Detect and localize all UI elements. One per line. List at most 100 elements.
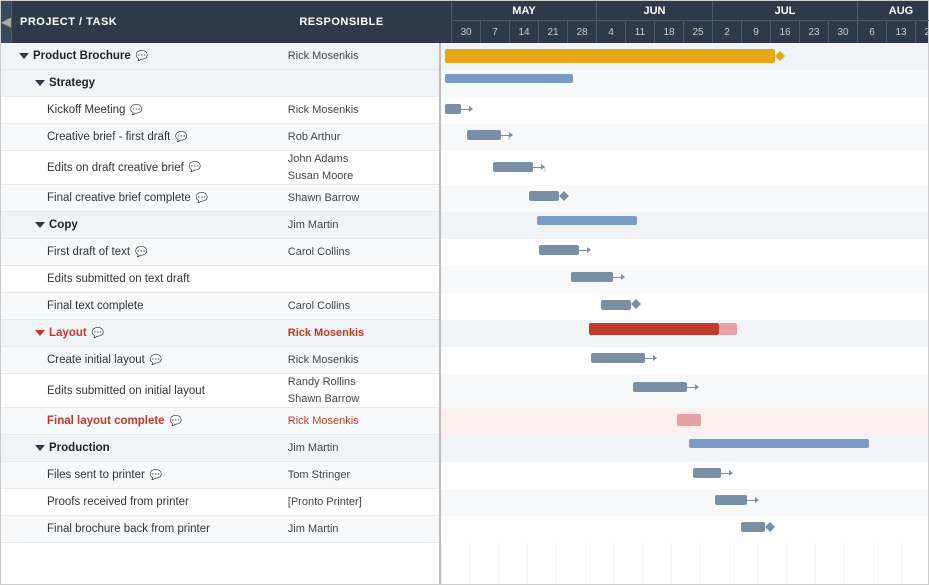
task-name-cell-1: Strategy	[1, 77, 280, 89]
responsible-9: Carol Collins	[280, 299, 439, 313]
comment-icon-10[interactable]: 💬	[92, 328, 104, 339]
task-name-17: Final brochure back from printer	[47, 523, 210, 535]
task-name-0: Product Brochure	[33, 50, 131, 62]
task-row-edits-draft: Edits on draft creative brief 💬 John Ada…	[1, 151, 439, 185]
task-row-kickoff: Kickoff Meeting 💬 Rick Mosenkis	[1, 97, 439, 124]
expand-strategy[interactable]	[35, 80, 45, 86]
responsible-10: Rick Mosenkis	[280, 326, 439, 340]
task-name-2: Kickoff Meeting	[47, 104, 125, 116]
task-name-cell-10: Layout 💬	[1, 327, 280, 339]
day-2: 2	[713, 21, 742, 43]
gantt-header: ◀ PROJECT / TASK RESPONSIBLE MAY JUN JUL…	[1, 1, 928, 43]
task-row-strategy: Strategy	[1, 70, 439, 97]
task-name-12: Edits submitted on initial layout	[47, 385, 205, 397]
task-name-16: Proofs received from printer	[47, 496, 189, 508]
comment-icon-3[interactable]: 💬	[175, 132, 187, 143]
task-name-cell-9: Final text complete	[1, 300, 280, 312]
day-23: 23	[800, 21, 829, 43]
responsible-16: [Pronto Printer]	[280, 495, 439, 509]
task-row-edits-layout: Edits submitted on initial layout Randy …	[1, 374, 439, 408]
comment-icon-7[interactable]: 💬	[135, 247, 147, 258]
task-name-cell-17: Final brochure back from printer	[1, 523, 280, 535]
expand-copy[interactable]	[35, 222, 45, 228]
day-7: 7	[481, 21, 510, 43]
day-25: 25	[684, 21, 713, 43]
task-row-final-text: Final text complete Carol Collins	[1, 293, 439, 320]
comment-icon-11[interactable]: 💬	[150, 355, 162, 366]
task-name-11: Create initial layout	[47, 354, 145, 366]
task-name-cell-8: Edits submitted on text draft	[1, 273, 280, 285]
expand-layout[interactable]	[35, 330, 45, 336]
task-name-1: Strategy	[49, 77, 95, 89]
day-18: 18	[655, 21, 684, 43]
gantt-container: ◀ PROJECT / TASK RESPONSIBLE MAY JUN JUL…	[0, 0, 929, 585]
nav-left-arrow[interactable]: ◀	[1, 1, 12, 43]
gantt-chart	[441, 43, 928, 584]
responsible-2: Rick Mosenkis	[280, 103, 439, 117]
task-name-cell-4: Edits on draft creative brief 💬	[1, 151, 280, 185]
month-aug: AUG	[858, 1, 929, 20]
day-9: 9	[742, 21, 771, 43]
comment-icon-2[interactable]: 💬	[130, 105, 142, 116]
task-name-8: Edits submitted on text draft	[47, 273, 190, 285]
month-jun: JUN	[597, 1, 713, 20]
task-name-7: First draft of text	[47, 246, 130, 258]
header-responsible-label: RESPONSIBLE	[291, 16, 451, 28]
gantt-body: Product Brochure 💬 Rick Mosenkis Strateg…	[1, 43, 928, 584]
task-name-5: Final creative brief complete	[47, 192, 191, 204]
responsible-11: Rick Mosenkis	[280, 353, 439, 367]
task-name-cell-2: Kickoff Meeting 💬	[1, 104, 280, 116]
task-name-cell-5: Final creative brief complete 💬	[1, 192, 280, 204]
responsible-13: Rick Mosenkis	[280, 414, 439, 428]
task-name-cell-14: Production	[1, 442, 280, 454]
responsible-6: Jim Martin	[280, 218, 439, 232]
responsible-5: Shawn Barrow	[280, 191, 439, 205]
task-row-files-printer: Files sent to printer 💬 Tom Stringer	[1, 462, 439, 489]
task-row-creative-brief: Creative brief - first draft 💬 Rob Arthu…	[1, 124, 439, 151]
comment-icon-0[interactable]: 💬	[136, 51, 148, 62]
day-28: 28	[568, 21, 597, 43]
day-30: 30	[452, 21, 481, 43]
task-name-14: Production	[49, 442, 110, 454]
day-21: 21	[539, 21, 568, 43]
task-row-product-brochure: Product Brochure 💬 Rick Mosenkis	[1, 43, 439, 70]
task-name-6: Copy	[49, 219, 78, 231]
task-name-cell-12: Edits submitted on initial layout	[1, 374, 280, 408]
task-row-copy: Copy Jim Martin	[1, 212, 439, 239]
header-project-label: PROJECT / TASK	[12, 16, 291, 28]
task-name-cell-16: Proofs received from printer	[1, 496, 280, 508]
responsible-3: Rob Arthur	[280, 130, 439, 144]
comment-icon-4[interactable]: 💬	[189, 162, 201, 173]
task-name-cell-0: Product Brochure 💬	[1, 50, 280, 62]
responsible-12: Randy RollinsShawn Barrow	[280, 374, 439, 407]
task-row-production: Production Jim Martin	[1, 435, 439, 462]
day-11: 11	[626, 21, 655, 43]
comment-icon-5[interactable]: 💬	[196, 193, 208, 204]
task-row-proofs: Proofs received from printer [Pronto Pri…	[1, 489, 439, 516]
task-name-9: Final text complete	[47, 300, 144, 312]
task-row-edits-text: Edits submitted on text draft	[1, 266, 439, 293]
header-left: PROJECT / TASK RESPONSIBLE	[12, 1, 452, 43]
day-16: 16	[771, 21, 800, 43]
day-30b: 30	[829, 21, 858, 43]
day-6: 6	[858, 21, 887, 43]
task-name-cell-15: Files sent to printer 💬	[1, 469, 280, 481]
expand-production[interactable]	[35, 445, 45, 451]
expand-product-brochure[interactable]	[19, 53, 29, 59]
task-name-cell-6: Copy	[1, 219, 280, 231]
responsible-7: Carol Collins	[280, 245, 439, 259]
day-13: 13	[887, 21, 916, 43]
responsible-15: Tom Stringer	[280, 468, 439, 482]
day-4: 4	[597, 21, 626, 43]
task-name-3: Creative brief - first draft	[47, 131, 170, 143]
month-row: MAY JUN JUL AUG	[452, 1, 929, 21]
comment-icon-13[interactable]: 💬	[170, 416, 182, 427]
task-row-layout: Layout 💬 Rick Mosenkis	[1, 320, 439, 347]
task-name-13: Final layout complete	[47, 415, 165, 427]
header-right: MAY JUN JUL AUG 30 7 14 21 28 4 11 18 25…	[452, 1, 929, 43]
task-name-15: Files sent to printer	[47, 469, 145, 481]
comment-icon-15[interactable]: 💬	[150, 470, 162, 481]
responsible-17: Jim Martin	[280, 522, 439, 536]
month-may: MAY	[452, 1, 597, 20]
task-row-create-layout: Create initial layout 💬 Rick Mosenkis	[1, 347, 439, 374]
